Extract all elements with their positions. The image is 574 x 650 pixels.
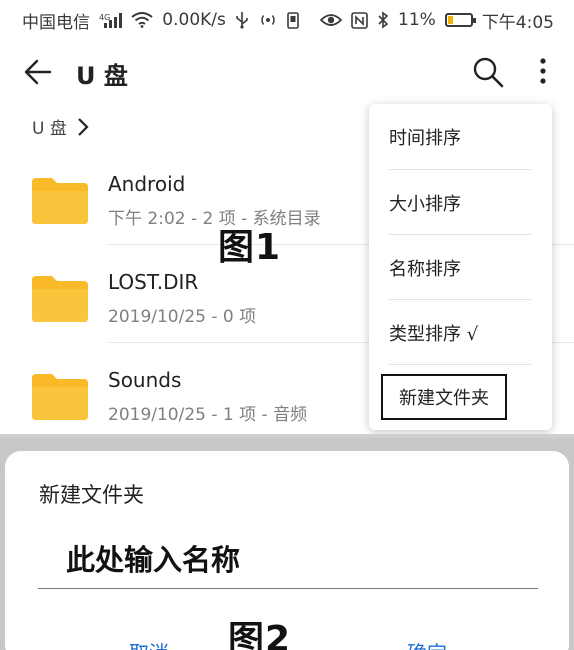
arrow-left-icon[interactable] <box>24 58 52 86</box>
figure-1-file-manager: 中国电信 4G 0.00K/s 11% 下午4:05 U 盘 U 盘 Andro… <box>0 0 574 434</box>
chevron-right-icon <box>78 117 89 136</box>
breadcrumb[interactable]: U 盘 <box>32 114 89 139</box>
battery-icon <box>444 13 476 27</box>
status-right: 11% 下午4:05 <box>320 8 554 33</box>
usb-icon <box>236 12 248 29</box>
status-bar: 中国电信 4G 0.00K/s 11% 下午4:05 <box>0 0 574 40</box>
sort-menu: 时间排序 大小排序 名称排序 类型排序 √ 新建文件夹 <box>369 104 552 430</box>
network-badge: 4G <box>99 12 111 22</box>
menu-item-sort-name[interactable]: 名称排序 <box>389 235 531 300</box>
folder-name-input[interactable] <box>38 531 538 589</box>
file-name: Android <box>108 172 186 196</box>
file-meta: 2019/10/25 - 1 项 - 音频 <box>108 405 308 425</box>
app-bar: U 盘 <box>0 44 574 100</box>
signal-icon: 4G <box>99 12 123 28</box>
bluetooth-icon <box>378 11 389 29</box>
folder-icon <box>32 276 88 322</box>
clock: 下午4:05 <box>481 12 554 33</box>
battery-percent: 11% <box>398 10 436 30</box>
folder-icon <box>32 374 88 420</box>
carrier-label: 中国电信 <box>22 12 90 33</box>
figure-label-1: 图1 <box>218 227 282 268</box>
folder-icon <box>32 178 88 224</box>
eye-icon <box>320 14 343 26</box>
menu-item-sort-time[interactable]: 时间排序 <box>389 104 531 169</box>
breadcrumb-label: U 盘 <box>32 119 67 139</box>
figure-label-2: 图2 <box>228 619 292 650</box>
file-name: LOST.DIR <box>108 270 199 294</box>
menu-item-sort-size[interactable]: 大小排序 <box>389 170 531 235</box>
page-title: U 盘 <box>76 62 128 90</box>
status-left: 中国电信 4G 0.00K/s <box>22 8 299 33</box>
menu-divider <box>389 364 531 365</box>
file-meta: 下午 2:02 - 2 项 - 系统目录 <box>108 209 321 229</box>
confirm-button[interactable]: 确定 <box>407 637 447 650</box>
search-icon[interactable] <box>472 56 504 88</box>
hotspot-icon <box>261 15 275 25</box>
more-vertical-icon[interactable] <box>536 56 550 88</box>
figure-2-new-folder: 新建文件夹 取消 确定 图2 <box>0 438 574 650</box>
storage-card-icon <box>287 11 299 29</box>
file-meta: 2019/10/25 - 0 项 <box>108 307 257 327</box>
dialog-title: 新建文件夹 <box>39 483 144 507</box>
cancel-button[interactable]: 取消 <box>129 637 169 650</box>
menu-item-sort-type[interactable]: 类型排序 √ <box>389 300 531 365</box>
battery-level <box>447 16 453 24</box>
file-name: Sounds <box>108 368 182 392</box>
menu-item-new-folder[interactable]: 新建文件夹 <box>381 374 507 420</box>
wifi-icon <box>131 12 153 28</box>
nfc-icon <box>351 11 368 29</box>
network-speed: 0.00K/s <box>162 10 226 30</box>
